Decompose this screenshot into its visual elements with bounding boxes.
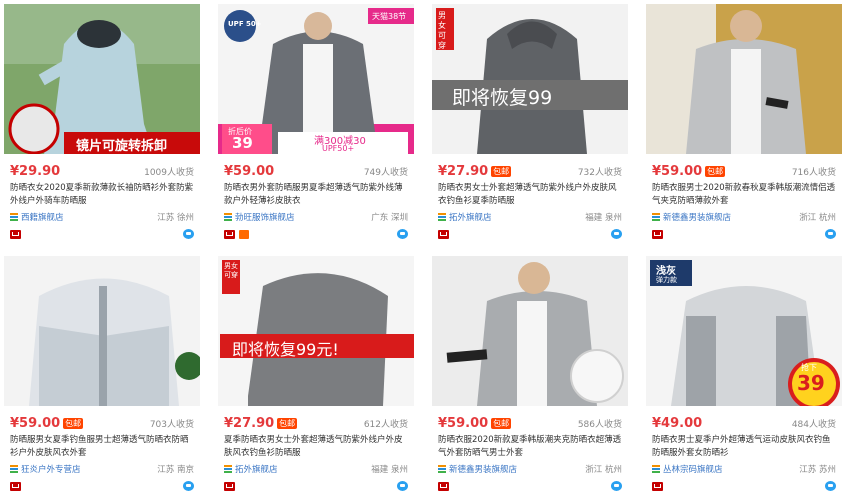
product-image[interactable]: UPF 50+ 天猫38节 折后价 39 满300减30 UPF50+ [218,4,414,154]
location: 浙江 杭州 [585,465,622,475]
product-image[interactable]: 镜片可旋转拆卸 [4,4,200,154]
tmall-icon [10,481,21,491]
shop-name[interactable]: 丛林宗码旗舰店 [663,463,723,475]
shop-icon [224,465,232,473]
chat-icon[interactable] [183,229,194,239]
product-image[interactable] [4,256,200,406]
tmall-icon [224,481,235,491]
chat-icon[interactable] [183,481,194,491]
tmall-icon [652,481,663,491]
shop-icon [652,465,660,473]
price: ¥27.90 [224,415,275,431]
chat-icon[interactable] [611,481,622,491]
product-title[interactable]: 防晒服男女夏季钓鱼服男士超薄透气防晒衣防晒衫户外皮肤风衣外套 [10,434,194,460]
product-card[interactable]: 男女可穿 即将恢复99元! ¥27.90 包邮 612人收货 夏季防晒衣男女士外… [218,256,414,496]
location: 福建 泉州 [371,465,408,475]
sold-count: 484人收货 [791,419,836,430]
product-image[interactable]: 男女可穿 即将恢复99元! [218,256,414,406]
location: 广东 深圳 [371,213,408,223]
product-title[interactable]: 防晒衣男女士外套超薄透气防紫外线户外皮肤风衣钓鱼衫夏季防晒服 [438,182,622,208]
shop-icon [652,213,660,221]
shop-name[interactable]: 新德鑫男装旗舰店 [663,211,731,223]
price: ¥59.00 [438,415,489,431]
free-shipping-tag: 包邮 [63,417,84,429]
event-badge: 天猫38节 [372,12,407,21]
tmall-icon [438,481,449,491]
tmall-icon [438,229,449,239]
gift-icon [239,229,249,239]
chat-icon[interactable] [825,229,836,239]
shop-icon [438,213,446,221]
product-image[interactable]: 男女可穿 即将恢复99 [432,4,628,154]
product-card[interactable]: ¥59.00 包邮 703人收货 防晒服男女夏季钓鱼服男士超薄透气防晒衣防晒衫户… [4,256,200,496]
product-title[interactable]: 防晒衣服2020新款夏季韩版潮夹克防晒衣超薄透气外套防晒气男士外套 [438,434,622,460]
price: ¥27.90 [438,163,489,179]
shop-name[interactable]: 狂炎户外专营店 [21,463,81,475]
shop-icon [10,465,18,473]
location: 江苏 苏州 [799,465,836,475]
price: ¥59.00 [652,163,703,179]
sold-count: 703人收货 [149,419,194,430]
product-card[interactable]: ¥59.00 包邮 716人收货 防晒衣服男士2020新款春秋夏季韩版潮流情侣透… [646,4,842,244]
location: 浙江 杭州 [799,213,836,223]
chat-icon[interactable] [825,481,836,491]
image-overlay-text: 镜片可旋转拆卸 [76,139,168,154]
price: ¥59.00 [10,415,61,431]
sold-count: 716人收货 [791,167,836,178]
product-card[interactable]: 浅灰 弹力款 抢下 39 ¥49.00 484人收货 防晒衣男士夏季户外超薄透气… [646,256,842,496]
sold-count: 612人收货 [363,419,408,430]
image-overlay-text: 即将恢复99元! [232,340,339,359]
location: 江苏 南京 [157,465,194,475]
free-shipping-tag: 包邮 [491,417,512,429]
image-overlay-text: 即将恢复99 [452,87,553,109]
chat-icon[interactable] [397,481,408,491]
shop-name[interactable]: 拓外旗舰店 [235,463,278,475]
sold-count: 586人收货 [577,419,622,430]
stretch-badge: 弹力款 [656,276,677,284]
product-card[interactable]: UPF 50+ 天猫38节 折后价 39 满300减30 UPF50+ ¥59.… [218,4,414,244]
sold-count: 749人收货 [363,167,408,178]
location: 福建 泉州 [585,213,622,223]
location: 江苏 徐州 [157,213,194,223]
sold-count: 1009人收货 [144,167,194,178]
product-grid: 镜片可旋转拆卸 ¥29.90 1009人收货 防晒衣女2020夏季新款薄款长袖防… [0,0,850,496]
free-shipping-tag: 包邮 [277,417,298,429]
product-card[interactable]: 镜片可旋转拆卸 ¥29.90 1009人收货 防晒衣女2020夏季新款薄款长袖防… [4,4,200,244]
price: ¥49.00 [652,415,703,431]
shop-icon [10,213,18,221]
free-shipping-tag: 包邮 [491,165,512,177]
chat-icon[interactable] [397,229,408,239]
sold-count: 732人收货 [577,167,622,178]
product-image[interactable] [646,4,842,154]
product-card[interactable]: 男女可穿 即将恢复99 ¥27.90 包邮 732人收货 防晒衣男女士外套超薄透… [432,4,628,244]
upf-badge: UPF 50+ [228,20,262,28]
product-title[interactable]: 夏季防晒衣男女士外套超薄透气防紫外线户外皮肤风衣钓鱼衫防晒服 [224,434,408,460]
shop-icon [224,213,232,221]
product-image[interactable] [432,256,628,406]
product-title[interactable]: 防晒衣服男士2020新款春秋夏季韩版潮流情侣透气夹克防晒薄款外套 [652,182,836,208]
tmall-icon [652,229,663,239]
product-title[interactable]: 防晒衣男士夏季户外超薄透气运动皮肤风衣钓鱼防晒服外套女防晒衫 [652,434,836,460]
tmall-icon [224,229,235,239]
product-title[interactable]: 防晒衣女2020夏季新款薄款长袖防晒衫外套防紫外线户外骑车防晒服 [10,182,194,208]
shop-name[interactable]: 勃旺服饰旗舰店 [235,211,295,223]
shop-name[interactable]: 西籍旗舰店 [21,211,64,223]
product-title[interactable]: 防晒衣男外套防晒服男夏季超薄透气防紫外线薄款户外轻薄衫皮肤衣 [224,182,408,208]
product-image[interactable]: 浅灰 弹力款 抢下 39 [646,256,842,406]
product-card[interactable]: ¥59.00 包邮 586人收货 防晒衣服2020新款夏季韩版潮夹克防晒衣超薄透… [432,256,628,496]
unisex-badge: 男女可穿 [438,11,446,50]
shop-icon [438,465,446,473]
upf-label: UPF50+ [322,144,355,153]
discount-price: 39 [232,134,253,152]
price: ¥59.00 [224,163,275,179]
shop-name[interactable]: 拓外旗舰店 [449,211,492,223]
free-shipping-tag: 包邮 [705,165,726,177]
grab-price: 39 [797,371,825,395]
shop-name[interactable]: 新德鑫男装旗舰店 [449,463,517,475]
unisex-badge: 男女可穿 [224,262,238,279]
tmall-icon [10,229,21,239]
price: ¥29.90 [10,163,61,179]
chat-icon[interactable] [611,229,622,239]
